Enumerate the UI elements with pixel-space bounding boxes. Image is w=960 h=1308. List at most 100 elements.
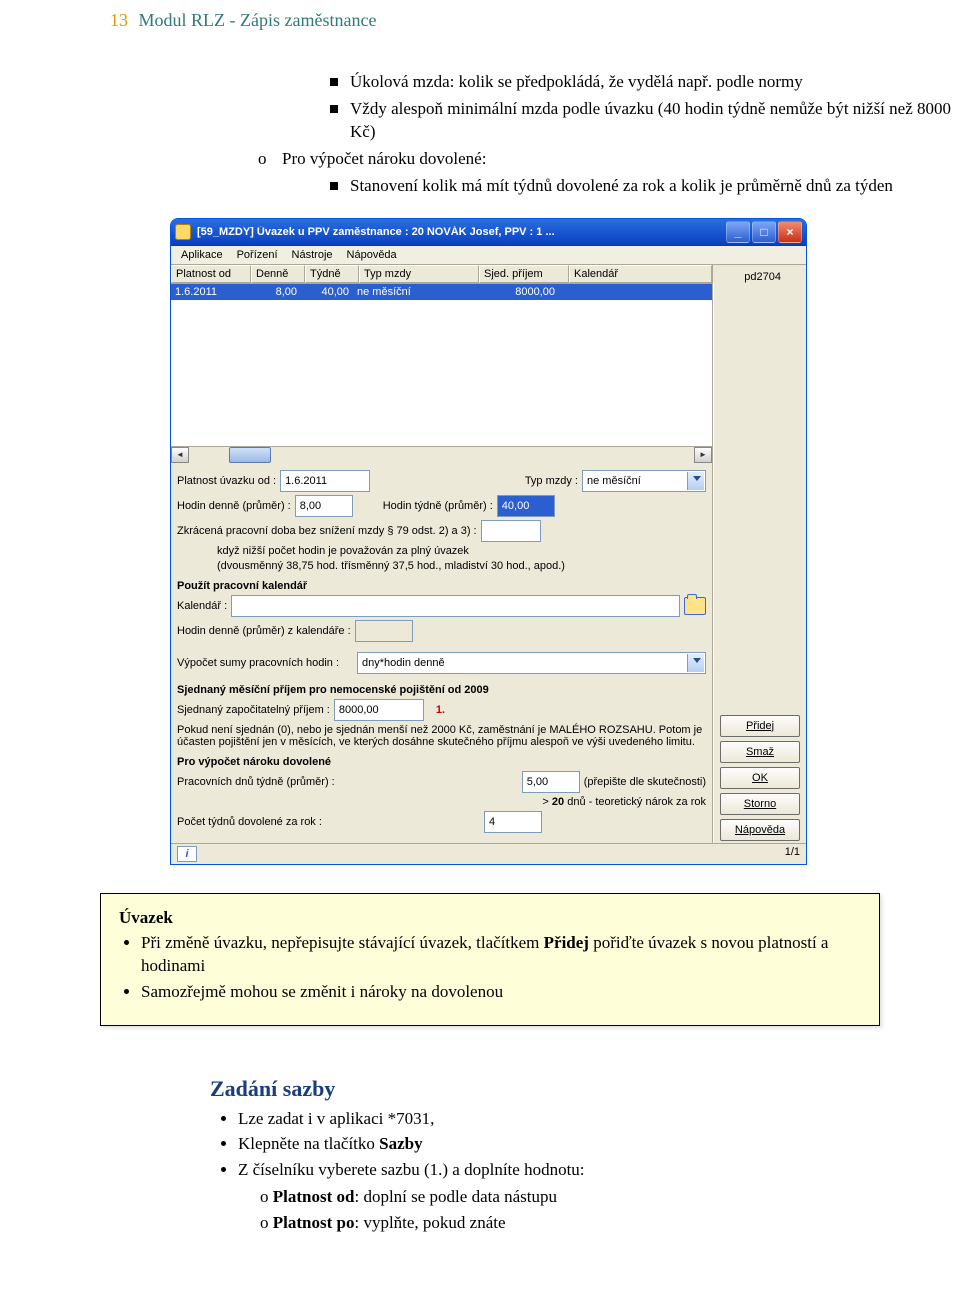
grid-header: Platnost od Denně Týdně Typ mzdy Sjed. p…: [171, 265, 712, 284]
cell-kalendar: [559, 284, 712, 300]
napoveda-button[interactable]: Nápověda: [720, 819, 800, 841]
label-vypocet: Výpočet sumy pracovních hodin :: [177, 657, 339, 669]
label-hodin-denne: Hodin denně (průměr) :: [177, 500, 291, 512]
input-hodin-denne[interactable]: 8,00: [295, 495, 353, 517]
smaz-button[interactable]: Smaž: [720, 741, 800, 763]
col-sjed-prijem[interactable]: Sjed. příjem: [479, 265, 569, 283]
cell-denne: 8,00: [249, 284, 301, 300]
section-kalendar: Použít pracovní kalendář: [177, 580, 706, 592]
input-hodin-z-kalendare: [355, 620, 413, 642]
label-pracdnu: Pracovních dnů týdně (průměr) :: [177, 776, 335, 788]
input-pocet-tydnu[interactable]: 4: [484, 811, 542, 833]
info-icon[interactable]: i: [177, 846, 197, 862]
uvazek-dialog: [59_MZDY] Úvazek u PPV zaměstnance : 20 …: [170, 218, 807, 865]
list-item: Lze zadat i v aplikaci *7031,: [238, 1108, 960, 1131]
bullet-text: Úkolová mzda: kolik se předpokládá, že v…: [350, 71, 803, 94]
sub-item: Platnost od: doplní se podle data nástup…: [260, 1186, 960, 1209]
label-typ-mzdy: Typ mzdy :: [525, 475, 578, 487]
ok-button[interactable]: OK: [720, 767, 800, 789]
combo-typ-mzdy[interactable]: ne měsíční: [582, 470, 706, 492]
titlebar[interactable]: [59_MZDY] Úvazek u PPV zaměstnance : 20 …: [171, 219, 806, 246]
section-dovolena: Pro výpočet nároku dovolené: [177, 756, 706, 768]
input-sjednany[interactable]: 8000,00: [334, 699, 424, 721]
app-icon: [175, 224, 191, 240]
col-denne[interactable]: Denně: [251, 265, 305, 283]
label-narok: > 20 dnů - teoretický nárok za rok: [542, 796, 706, 808]
list-item: Klepněte na tlačítko Sazby: [238, 1133, 960, 1156]
menubar: Aplikace Pořízení Nástroje Nápověda: [171, 246, 806, 265]
grid-body[interactable]: 1.6.2011 8,00 40,00 ne měsíční 8000,00: [171, 284, 712, 446]
form-area: Platnost úvazku od : 1.6.2011 Typ mzdy :…: [171, 463, 712, 843]
red-marker-1: 1.: [436, 704, 445, 716]
input-hodin-tydne[interactable]: 40,00: [497, 495, 555, 517]
bullet-icon: [330, 105, 338, 113]
scroll-left-icon[interactable]: ◄: [171, 447, 189, 463]
col-tydne[interactable]: Týdně: [305, 265, 359, 283]
scroll-right-icon[interactable]: ►: [694, 447, 712, 463]
pridej-button[interactable]: Přidej: [720, 715, 800, 737]
input-zkracena[interactable]: [481, 520, 541, 542]
list-item: Z číselníku vyberete sazbu (1.) a doplní…: [238, 1159, 960, 1235]
menu-nastroje[interactable]: Nástroje: [292, 249, 333, 261]
label-pocet-tydnu: Počet týdnů dovolené za rok :: [177, 816, 322, 828]
input-pracdnu[interactable]: 5,00: [522, 771, 580, 793]
uvazek-note-box: Úvazek Při změně úvazku, nepřepisujte st…: [100, 893, 880, 1026]
col-kalendar[interactable]: Kalendář: [569, 265, 712, 283]
section-zadani-sazby: Zadání sazby Lze zadat i v aplikaci *703…: [210, 1076, 960, 1236]
note-zkracena-2: (dvousměnný 38,75 hod. třísměnný 37,5 ho…: [217, 560, 706, 574]
cell-tydne: 40,00: [301, 284, 353, 300]
bullet-text: Vždy alespoň minimální mzda podle úvazku…: [350, 98, 960, 144]
circ-label: Pro výpočet nároku dovolené:: [282, 148, 486, 171]
label-hodin-tydne: Hodin týdně (průměr) :: [383, 500, 493, 512]
chevron-down-icon: [693, 658, 701, 663]
label-platnost-od: Platnost úvazku od :: [177, 475, 276, 487]
note-sjednany: Pokud není sjednán (0), nebo je sjednán …: [177, 724, 706, 748]
bullet-icon: [330, 78, 338, 86]
notebox-bullet: Při změně úvazku, nepřepisujte stávající…: [141, 932, 861, 978]
menu-napoveda[interactable]: Nápověda: [347, 249, 397, 261]
input-platnost-od[interactable]: 1.6.2011: [280, 470, 370, 492]
bullet-text: Stanovení kolik má mít týdnů dovolené za…: [350, 175, 893, 198]
col-typ-mzdy[interactable]: Typ mzdy: [359, 265, 479, 283]
note-zkracena-1: když nižší počet hodin je považován za p…: [217, 545, 706, 559]
circle-marker: o: [258, 148, 272, 171]
bullet-icon: [330, 182, 338, 190]
page-header: 13 Modul RLZ - Zápis zaměstnance: [0, 0, 960, 31]
cell-typ: ne měsíční: [353, 284, 471, 300]
menu-aplikace[interactable]: Aplikace: [181, 249, 223, 261]
page-number: 13: [100, 10, 128, 31]
intro-bullets: Úkolová mzda: kolik se předpokládá, že v…: [330, 71, 960, 198]
folder-open-icon[interactable]: [684, 597, 706, 615]
page-title: Modul RLZ - Zápis zaměstnance: [139, 10, 377, 30]
scroll-thumb[interactable]: [229, 447, 271, 463]
close-button[interactable]: ×: [778, 221, 802, 243]
col-platnost-od[interactable]: Platnost od: [171, 265, 251, 283]
heading-zadani-sazby: Zadání sazby: [210, 1076, 960, 1102]
minimize-button[interactable]: _: [726, 221, 750, 243]
label-sjednany: Sjednaný započitatelný příjem :: [177, 704, 330, 716]
hint-pracdnu: (přepište dle skutečnosti): [584, 776, 706, 788]
window-title: [59_MZDY] Úvazek u PPV zaměstnance : 20 …: [197, 226, 726, 238]
combo-vypocet[interactable]: dny*hodin denně: [357, 652, 706, 674]
cell-sjed: 8000,00: [471, 284, 559, 300]
input-kalendar[interactable]: [231, 595, 680, 617]
statusbar: i 1/1: [171, 843, 806, 864]
menu-porizeni[interactable]: Pořízení: [237, 249, 278, 261]
storno-button[interactable]: Storno: [720, 793, 800, 815]
maximize-button[interactable]: □: [752, 221, 776, 243]
right-info-code: pd2704: [713, 265, 785, 283]
label-zkracena: Zkrácená pracovní doba bez snížení mzdy …: [177, 525, 477, 537]
chevron-down-icon: [693, 476, 701, 481]
status-page: 1/1: [785, 846, 800, 862]
label-hodin-z-kalendare: Hodin denně (průměr) z kalendáře :: [177, 625, 351, 637]
horizontal-scrollbar[interactable]: ◄ ►: [171, 446, 712, 463]
label-kalendar: Kalendář :: [177, 600, 227, 612]
right-button-panel: Přidej Smaž OK Storno Nápověda: [713, 283, 806, 843]
grid-row[interactable]: 1.6.2011 8,00 40,00 ne měsíční 8000,00: [171, 284, 712, 300]
notebox-title: Úvazek: [119, 908, 861, 928]
cell-platnost-od: 1.6.2011: [171, 284, 249, 300]
notebox-bullet: Samozřejmě mohou se změnit i nároky na d…: [141, 981, 861, 1004]
sub-item: Platnost po: vyplňte, pokud znáte: [260, 1212, 960, 1235]
left-panel: Platnost od Denně Týdně Typ mzdy Sjed. p…: [171, 265, 713, 843]
section-sjednany: Sjednaný měsíční příjem pro nemocenské p…: [177, 684, 706, 696]
